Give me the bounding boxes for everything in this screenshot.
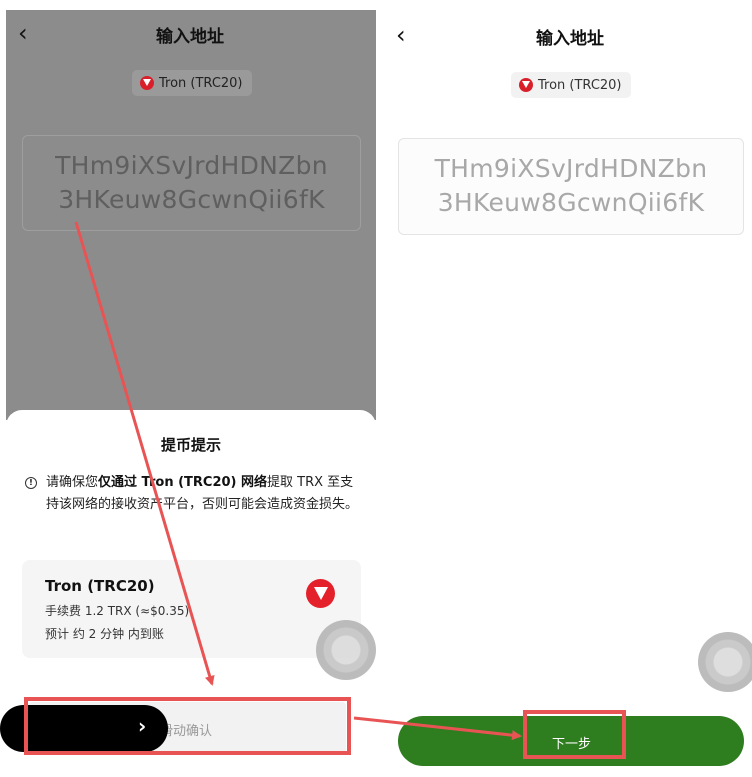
annotation-box-slider xyxy=(24,697,351,755)
network-chip: Tron (TRC20) xyxy=(511,72,631,98)
address-line-1: THm9iXSvJrdHDNZbn xyxy=(55,151,328,180)
network-chip-label: Tron (TRC20) xyxy=(159,75,243,91)
back-icon[interactable]: ‹ xyxy=(396,23,406,47)
warning-prefix: 请确保您 xyxy=(46,475,99,490)
address-input[interactable]: THm9iXSvJrdHDNZbn 3HKeuw8GcwnQii6fK xyxy=(398,138,744,235)
info-icon: ! xyxy=(25,477,37,489)
address-line-2: 3HKeuw8GcwnQii6fK xyxy=(58,185,325,214)
tron-logo-icon xyxy=(306,579,335,608)
page-title: 输入地址 xyxy=(156,27,224,47)
address-input[interactable]: THm9iXSvJrdHDNZbn 3HKeuw8GcwnQii6fK xyxy=(22,135,361,231)
network-chip: Tron (TRC20) xyxy=(132,70,252,96)
address-line-1: THm9iXSvJrdHDNZbn xyxy=(434,154,708,183)
address-line-2: 3HKeuw8GcwnQii6fK xyxy=(437,188,705,217)
network-eta: 预计 约 2 分钟 内到账 xyxy=(45,627,164,641)
network-fee: 手续费 1.2 TRX (≈$0.35) xyxy=(45,604,190,618)
floating-assist-icon[interactable] xyxy=(316,620,376,680)
left-screen: ‹ 输入地址 Tron (TRC20) THm9iXSvJrdHDNZbn 3H… xyxy=(0,0,376,777)
sheet-title: 提币提示 xyxy=(160,436,221,454)
floating-assist-icon[interactable] xyxy=(698,632,752,692)
network-card[interactable]: Tron (TRC20) 手续费 1.2 TRX (≈$0.35) 预计 约 2… xyxy=(22,560,361,658)
tron-icon xyxy=(140,76,154,90)
right-screen: ‹ 输入地址 Tron (TRC20) THm9iXSvJrdHDNZbn 3H… xyxy=(380,0,752,777)
tron-icon xyxy=(519,78,533,92)
page-title: 输入地址 xyxy=(536,29,604,49)
warning-text: 请确保您仅通过 Tron (TRC20) 网络提取 TRX 至支持该网络的接收资… xyxy=(46,472,358,516)
annotation-box-next-button xyxy=(523,710,626,759)
network-chip-label: Tron (TRC20) xyxy=(538,77,622,93)
network-name: Tron (TRC20) xyxy=(45,577,155,595)
warning-bold: 仅通过 Tron (TRC20) 网络 xyxy=(98,475,268,490)
back-icon[interactable]: ‹ xyxy=(18,21,28,45)
